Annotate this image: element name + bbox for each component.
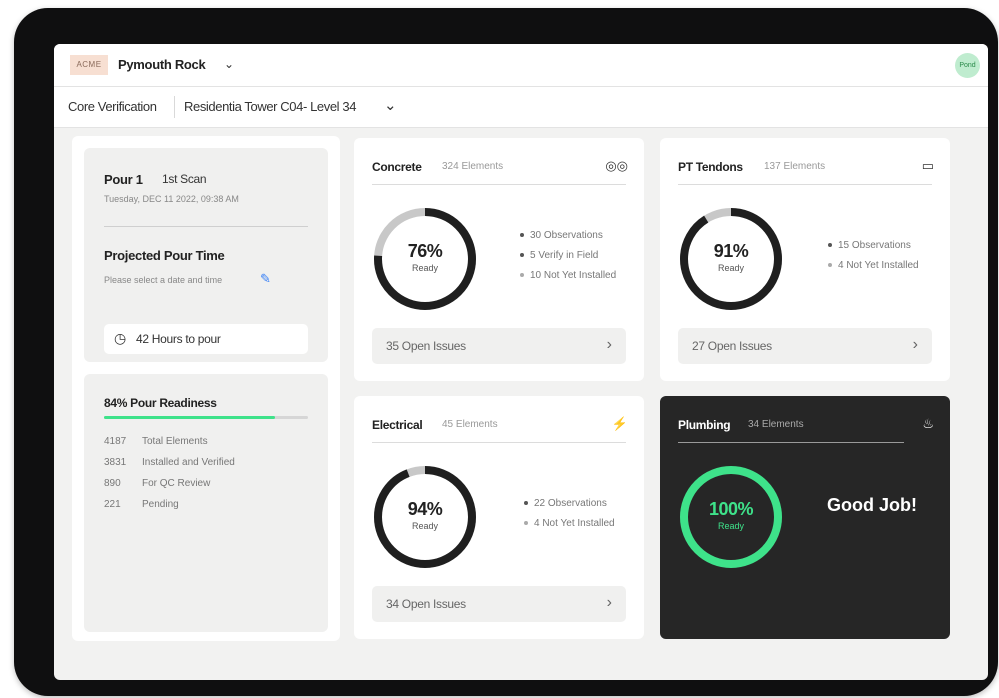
list-item-label: Total Elements xyxy=(142,436,208,447)
card-title: Plumbing xyxy=(678,418,731,432)
stat-item: 4 Not Yet Installed xyxy=(524,518,615,529)
electrical-icon: ⚡ xyxy=(611,416,628,431)
list-item-label: Pending xyxy=(142,499,179,510)
stat-item: 22 Observations xyxy=(524,498,607,509)
card-title: Electrical xyxy=(372,418,423,432)
ready-label: Ready xyxy=(411,521,438,531)
clock-icon: ◷ xyxy=(114,330,127,346)
stat-item: 30 Observations xyxy=(520,230,603,241)
bullet-icon xyxy=(520,253,524,258)
open-issues-label: 35 Open Issues xyxy=(386,339,466,353)
bullet-icon xyxy=(520,273,524,278)
stat-item: 15 Observations xyxy=(828,240,911,251)
list-item-value: 221 xyxy=(104,499,121,510)
category-card-pt-tendons[interactable]: PT Tendons 137 Elements ▭ 91% Ready 15 O… xyxy=(660,138,950,381)
company-logo: ACME xyxy=(70,55,108,75)
plumbing-icon: ♨ xyxy=(922,416,934,431)
card-count: 324 Elements xyxy=(442,161,504,172)
list-item-value: 4187 xyxy=(104,436,127,447)
list-item-label: For QC Review xyxy=(142,478,211,489)
readiness-progress-track xyxy=(104,416,308,419)
chevron-right-icon: › xyxy=(912,336,918,353)
ready-label: Ready xyxy=(411,263,438,273)
bullet-icon xyxy=(520,233,524,238)
list-item-value: 3831 xyxy=(104,457,127,468)
divider xyxy=(678,184,932,185)
category-card-plumbing[interactable]: Plumbing 34 Elements ♨ 100% Ready Good J… xyxy=(660,396,950,639)
ready-percent: 91% xyxy=(713,241,749,261)
hours-to-pour-box: ◷ 42 Hours to pour xyxy=(104,324,308,354)
card-count: 45 Elements xyxy=(442,419,498,430)
avatar[interactable]: Pond xyxy=(955,53,980,78)
readiness-card: 84% Pour Readiness 4187 Total Elements 3… xyxy=(84,374,328,632)
bullet-icon xyxy=(524,521,528,526)
project-selector[interactable]: Pymouth Rock xyxy=(118,57,206,72)
card-count: 34 Elements xyxy=(748,419,804,430)
open-issues-button[interactable]: 35 Open Issues › xyxy=(372,328,626,364)
card-title: Concrete xyxy=(372,160,422,174)
ready-label: Ready xyxy=(717,521,744,531)
pour-sidebar: Pour 1 1st Scan Tuesday, DEC 11 2022, 09… xyxy=(72,136,340,641)
pour-date: Tuesday, DEC 11 2022, 09:38 AM xyxy=(104,194,239,204)
ready-label: Ready xyxy=(717,263,744,273)
top-bar: ACME Pymouth Rock ⌄ Pond xyxy=(54,44,988,87)
divider xyxy=(372,442,626,443)
edit-icon[interactable]: ✎ xyxy=(260,271,271,287)
stat-item: 5 Verify in Field xyxy=(520,250,598,261)
divider xyxy=(678,442,904,443)
divider xyxy=(372,184,626,185)
category-card-concrete[interactable]: Concrete 324 Elements ◎◎ 76% Ready 30 Ob… xyxy=(354,138,644,381)
card-count: 137 Elements xyxy=(764,161,826,172)
open-issues-button[interactable]: 34 Open Issues › xyxy=(372,586,626,622)
projected-pour-hint: Please select a date and time xyxy=(104,275,223,285)
bullet-icon xyxy=(828,263,832,268)
pour-title: Pour 1 xyxy=(104,172,143,187)
divider xyxy=(174,96,175,118)
hours-to-pour: 42 Hours to pour xyxy=(136,332,221,346)
stat-item: 4 Not Yet Installed xyxy=(828,260,919,271)
chevron-right-icon: › xyxy=(606,594,612,611)
divider xyxy=(104,226,308,227)
scan-label: 1st Scan xyxy=(162,172,207,186)
section-label: Core Verification xyxy=(68,99,157,114)
app-screen: ACME Pymouth Rock ⌄ Pond Core Verificati… xyxy=(54,44,988,680)
bullet-icon xyxy=(828,243,832,248)
readiness-progress-fill xyxy=(104,416,276,419)
chevron-down-icon[interactable]: ⌄ xyxy=(384,96,397,114)
ready-percent: 76% xyxy=(407,241,443,261)
breadcrumb: Core Verification Residentia Tower C04- … xyxy=(54,87,988,128)
tablet-frame: ACME Pymouth Rock ⌄ Pond Core Verificati… xyxy=(14,8,998,696)
concrete-icon: ◎◎ xyxy=(605,158,628,173)
open-issues-label: 27 Open Issues xyxy=(692,339,772,353)
pour-info-card: Pour 1 1st Scan Tuesday, DEC 11 2022, 09… xyxy=(84,148,328,362)
stat-item: 10 Not Yet Installed xyxy=(520,270,616,281)
ready-percent: 94% xyxy=(407,499,443,519)
location-selector[interactable]: Residentia Tower C04- Level 34 xyxy=(184,99,356,114)
chevron-right-icon: › xyxy=(606,336,612,353)
open-issues-button[interactable]: 27 Open Issues › xyxy=(678,328,932,364)
bullet-icon xyxy=(524,501,528,506)
projected-pour-title: Projected Pour Time xyxy=(104,248,225,263)
list-item-label: Installed and Verified xyxy=(142,457,235,468)
open-issues-label: 34 Open Issues xyxy=(386,597,466,611)
category-card-electrical[interactable]: Electrical 45 Elements ⚡ 94% Ready 22 Ob… xyxy=(354,396,644,639)
list-item-value: 890 xyxy=(104,478,121,489)
good-job-message: Good Job! xyxy=(827,495,917,515)
readiness-title: 84% Pour Readiness xyxy=(104,396,217,410)
tendon-icon: ▭ xyxy=(921,158,934,173)
card-title: PT Tendons xyxy=(678,160,743,174)
chevron-down-icon[interactable]: ⌄ xyxy=(224,57,234,71)
ready-percent: 100% xyxy=(708,499,754,519)
